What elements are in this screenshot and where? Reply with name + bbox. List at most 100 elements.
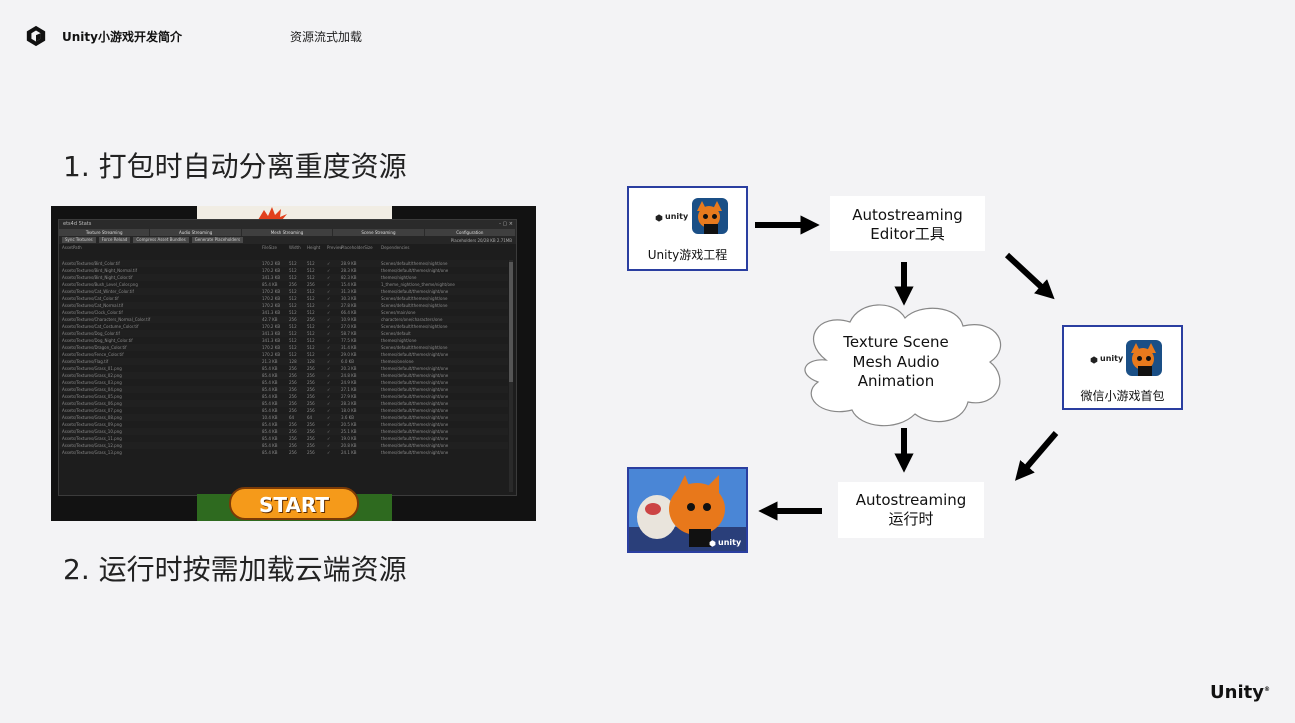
section-title: 资源流式加载 xyxy=(290,30,363,44)
table-row[interactable]: Assets/Textures/Cat_Color.tif 170.2 KB 512… xyxy=(59,295,508,302)
row-checkbox-icon[interactable]: ✓ xyxy=(327,372,341,379)
table-row[interactable]: Assets/Textures/Grass_04.png 85.4 KB 256 25… xyxy=(59,386,508,393)
table-row[interactable]: Assets/Textures/Cat_Winter_Color.tif 170.… xyxy=(59,288,508,295)
table-cell: Assets/Textures/Dog_Night_Color.tif xyxy=(62,338,133,343)
compress-bundles-button[interactable]: Compress Asset Bundles xyxy=(133,237,189,243)
table-row[interactable]: Assets/Textures/Bush_Level_Color.png 85.4… xyxy=(59,281,508,288)
sync-textures-button[interactable]: Sync Textures xyxy=(62,237,96,243)
table-cell: 512 xyxy=(307,261,315,266)
table-row[interactable]: Assets/Textures/Grass_06.png 85.4 KB 256 25… xyxy=(59,400,508,407)
row-checkbox-icon[interactable]: ✓ xyxy=(327,414,341,421)
column-header[interactable]: FileSize xyxy=(262,244,289,252)
table-cell: 256 xyxy=(289,429,297,434)
table-cell: 256 xyxy=(289,387,297,392)
table-cell: 341.3 KB xyxy=(262,338,281,343)
table-row[interactable]: Assets/Textures/Clock_Color.tif 341.3 KB 5… xyxy=(59,309,508,316)
table-row[interactable]: Assets/Textures/Dragon_Color.tif 170.2 KB… xyxy=(59,344,508,351)
table-row[interactable]: Assets/Textures/Grass_02.png 85.4 KB 256 25… xyxy=(59,372,508,379)
column-header[interactable]: Height xyxy=(307,244,327,252)
deck-title: Unity小游戏开发简介 xyxy=(62,30,182,44)
row-checkbox-icon[interactable]: ✓ xyxy=(327,393,341,400)
table-cell: Assets/Textures/Cat_Normal.tif xyxy=(62,303,124,308)
start-button: START xyxy=(229,487,359,520)
row-checkbox-icon[interactable]: ✓ xyxy=(327,274,341,281)
table-row[interactable]: Assets/Textures/Grass_10.png 85.4 KB 256 25… xyxy=(59,428,508,435)
row-checkbox-icon[interactable]: ✓ xyxy=(327,337,341,344)
table-cell: Assets/Textures/Bird_Night_Color.tif xyxy=(62,275,133,280)
table-row[interactable]: Assets/Textures/Grass_12.png 85.4 KB 256 25… xyxy=(59,442,508,449)
row-checkbox-icon[interactable]: ✓ xyxy=(327,288,341,295)
column-header[interactable]: Preview xyxy=(327,244,343,252)
column-header[interactable]: Width xyxy=(289,244,307,252)
table-row[interactable]: Assets/Textures/Fence_Color.tif 170.2 KB 5… xyxy=(59,351,508,358)
column-header[interactable]: AssetPath xyxy=(59,244,262,252)
table-cell: themes/night/one xyxy=(381,275,417,280)
table-row[interactable]: Assets/Textures/Bird_Night_Color.tif 341.… xyxy=(59,274,508,281)
window-controls[interactable]: - ▢ × xyxy=(499,220,513,229)
row-checkbox-icon[interactable]: ✓ xyxy=(327,386,341,393)
table-cell: 85.4 KB xyxy=(262,366,278,371)
table-cell: 256 xyxy=(289,366,297,371)
table-row[interactable]: Assets/Textures/Grass_08.png 10.4 KB 64 64 ✓… xyxy=(59,414,508,421)
row-checkbox-icon[interactable]: ✓ xyxy=(327,379,341,386)
table-cell: 256 xyxy=(289,317,297,322)
row-checkbox-icon[interactable]: ✓ xyxy=(327,449,341,456)
generate-placeholders-button[interactable]: Generate Placeholders xyxy=(191,237,244,243)
row-checkbox-icon[interactable]: ✓ xyxy=(327,358,341,365)
table-row[interactable]: Assets/Textures/Grass_09.png 85.4 KB 256 25… xyxy=(59,421,508,428)
table-row[interactable]: Assets/Textures/Dog_Night_Color.tif 341.3… xyxy=(59,337,508,344)
table-scrollbar[interactable] xyxy=(509,260,513,492)
table-row[interactable]: Assets/Textures/Dog_Color.tif 341.3 KB 512… xyxy=(59,330,508,337)
row-checkbox-icon[interactable]: ✓ xyxy=(327,316,341,323)
table-row[interactable]: Assets/Textures/Bird_Color.tif 170.2 KB 51… xyxy=(59,260,508,267)
table-row[interactable]: Assets/Textures/Grass_13.png 85.4 KB 256 25… xyxy=(59,449,508,456)
row-checkbox-icon[interactable]: ✓ xyxy=(327,344,341,351)
row-checkbox-icon[interactable]: ✓ xyxy=(327,442,341,449)
table-row[interactable]: Assets/Textures/Grass_05.png 85.4 KB 256 25… xyxy=(59,393,508,400)
table-row[interactable]: Assets/Textures/Bird_Night_Normal.tif 170… xyxy=(59,267,508,274)
table-cell: themes/default/themes/night/one xyxy=(381,415,449,420)
table-cell: 64 xyxy=(289,415,295,420)
table-cell: themes/default/themes/night/one xyxy=(381,408,449,413)
table-row[interactable]: Assets/Textures/Characters_Normal_Color.… xyxy=(59,316,508,323)
row-checkbox-icon[interactable]: ✓ xyxy=(327,302,341,309)
table-cell: Assets/Textures/Grass_02.png xyxy=(62,373,122,378)
row-checkbox-icon[interactable]: ✓ xyxy=(327,309,341,316)
scrollbar-thumb[interactable] xyxy=(509,262,513,382)
row-checkbox-icon[interactable]: ✓ xyxy=(327,421,341,428)
row-checkbox-icon[interactable]: ✓ xyxy=(327,267,341,274)
row-checkbox-icon[interactable]: ✓ xyxy=(327,260,341,267)
tab-scene-streaming[interactable]: Scene Streaming xyxy=(333,229,425,236)
row-checkbox-icon[interactable]: ✓ xyxy=(327,365,341,372)
row-checkbox-icon[interactable]: ✓ xyxy=(327,323,341,330)
table-row[interactable]: Assets/Textures/Grass_07.png 85.4 KB 256 25… xyxy=(59,407,508,414)
table-cell: Assets/Textures/Grass_12.png xyxy=(62,443,122,448)
row-checkbox-icon[interactable]: ✓ xyxy=(327,295,341,302)
row-checkbox-icon[interactable]: ✓ xyxy=(327,407,341,414)
row-checkbox-icon[interactable]: ✓ xyxy=(327,428,341,435)
table-cell: Assets/Textures/Grass_04.png xyxy=(62,387,122,392)
tab-configuration[interactable]: Configuration xyxy=(425,229,517,236)
tab-mesh-streaming[interactable]: Mesh Streaming xyxy=(242,229,334,236)
force-reload-button[interactable]: Force Reload xyxy=(98,237,131,243)
table-cell: 170.2 KB xyxy=(262,289,281,294)
table-cell: 20.3 KB xyxy=(341,366,357,371)
tab-texture-streaming[interactable]: Texture Streaming xyxy=(59,229,151,236)
tab-audio-streaming[interactable]: Audio Streaming xyxy=(150,229,242,236)
table-cell: 21.3 KB xyxy=(262,359,278,364)
column-header[interactable]: PlaceholderSize xyxy=(341,244,381,252)
column-header[interactable]: Dependencies xyxy=(381,244,516,252)
table-row[interactable]: Assets/Textures/Grass_11.png 85.4 KB 256 25… xyxy=(59,435,508,442)
row-checkbox-icon[interactable]: ✓ xyxy=(327,281,341,288)
table-cell: Assets/Textures/Bush_Level_Color.png xyxy=(62,282,138,287)
row-checkbox-icon[interactable]: ✓ xyxy=(327,435,341,442)
table-row[interactable]: Assets/Textures/Flag.tif 21.3 KB 128 128 ✓ 6.… xyxy=(59,358,508,365)
row-checkbox-icon[interactable]: ✓ xyxy=(327,351,341,358)
table-row[interactable]: Assets/Textures/Grass_01.png 85.4 KB 256 25… xyxy=(59,365,508,372)
table-row[interactable]: Assets/Textures/Cat_Normal.tif 170.2 KB 51… xyxy=(59,302,508,309)
table-row[interactable]: Assets/Textures/Grass_03.png 85.4 KB 256 25… xyxy=(59,379,508,386)
table-row[interactable]: Assets/Textures/Cat_Costume_Color.tif 170… xyxy=(59,323,508,330)
row-checkbox-icon[interactable]: ✓ xyxy=(327,400,341,407)
table-cell: 170.2 KB xyxy=(262,261,281,266)
row-checkbox-icon[interactable]: ✓ xyxy=(327,330,341,337)
